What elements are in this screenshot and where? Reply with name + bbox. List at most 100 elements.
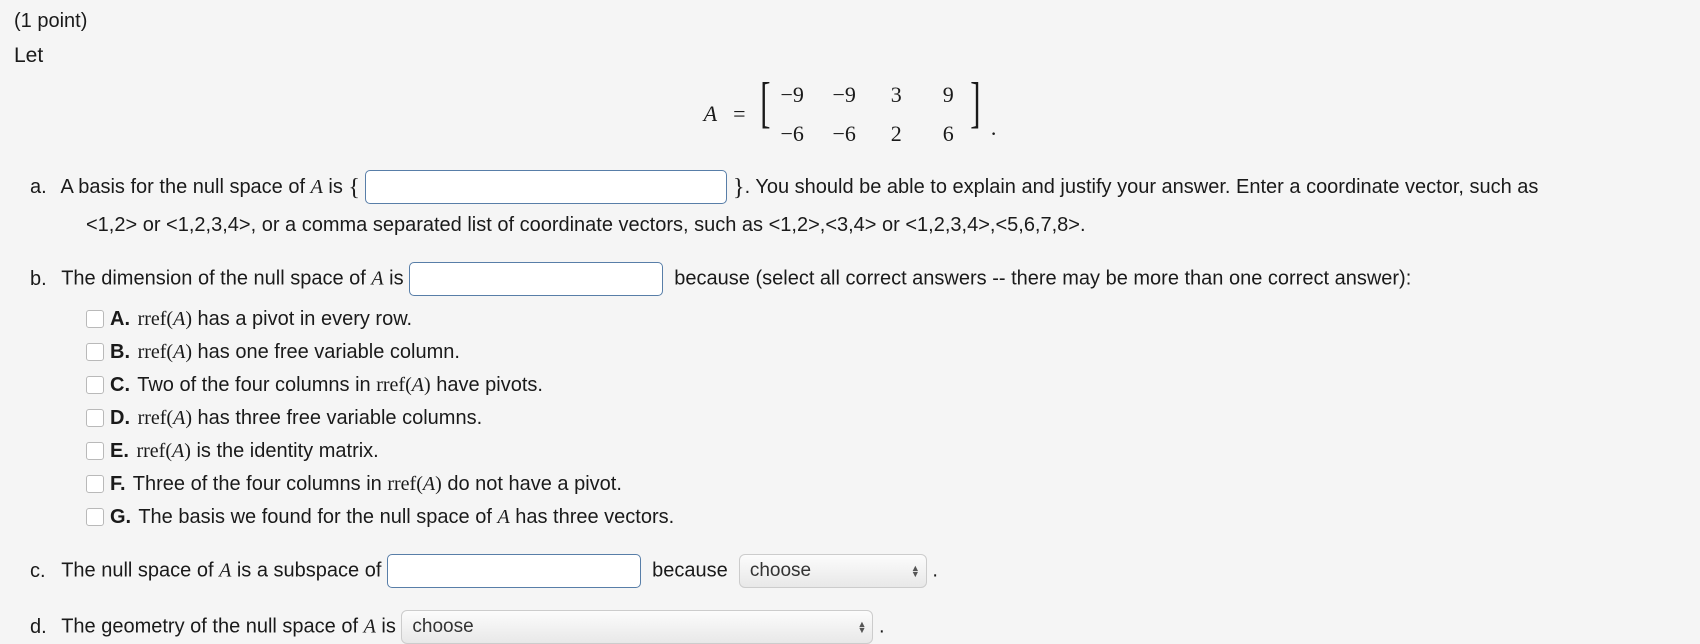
points-label: (1 point) bbox=[14, 6, 1700, 36]
matrix-cell: 3 bbox=[882, 78, 910, 111]
part-a-text: A basis for the null space of bbox=[60, 176, 310, 198]
option-letter: A. bbox=[110, 308, 130, 330]
equation-lhs: A bbox=[704, 97, 717, 130]
rref: rref( bbox=[138, 308, 174, 330]
subspace-input[interactable] bbox=[387, 554, 641, 588]
option-letter: D. bbox=[110, 407, 130, 429]
rref: rref( bbox=[138, 407, 174, 429]
select-arrows-icon: ▲▼ bbox=[857, 621, 866, 633]
part-b-text: The dimension of the null space of bbox=[61, 268, 371, 290]
rparen: ) bbox=[435, 473, 442, 495]
part-c: c. The null space of A is a subspace of … bbox=[30, 554, 1700, 588]
rparen: ) bbox=[185, 341, 192, 363]
checkbox-B[interactable] bbox=[86, 343, 104, 361]
geometry-select[interactable]: choose ▲▼ bbox=[401, 610, 873, 644]
var-A: A bbox=[412, 374, 424, 396]
var-A: A bbox=[497, 506, 509, 528]
text: is bbox=[384, 268, 410, 290]
text: is bbox=[376, 616, 402, 638]
matrix-cell: 6 bbox=[934, 117, 962, 150]
equation-period: . bbox=[991, 111, 997, 150]
left-brace: { bbox=[348, 175, 360, 201]
rparen: ) bbox=[184, 440, 191, 462]
option-letter: B. bbox=[110, 341, 130, 363]
var-A: A bbox=[173, 308, 185, 330]
part-a: a. A basis for the null space of A is { … bbox=[30, 168, 1700, 241]
part-b-after: because (select all correct answers -- t… bbox=[674, 268, 1411, 290]
var-A: A bbox=[364, 616, 376, 638]
option-G: G. The basis we found for the null space… bbox=[86, 502, 1700, 532]
option-letter: F. bbox=[110, 473, 126, 495]
part-a-line2: <1,2> or <1,2,3,4>, or a comma separated… bbox=[30, 210, 1700, 240]
part-label-a: a. bbox=[30, 172, 56, 202]
checkbox-E[interactable] bbox=[86, 442, 104, 460]
matrix-A: −9 −9 3 9 −6 −6 2 6 bbox=[774, 78, 966, 150]
option-pre: Three of the four columns in bbox=[133, 473, 388, 495]
part-label-b: b. bbox=[30, 264, 56, 294]
option-text: The basis we found for the null space of bbox=[138, 506, 497, 528]
matrix-cell: −9 bbox=[778, 78, 806, 111]
var-A: A bbox=[311, 176, 323, 198]
text: is bbox=[323, 176, 349, 198]
option-B: B. rref(A) has one free variable column. bbox=[86, 337, 1700, 367]
rref: rref( bbox=[376, 374, 412, 396]
part-label-c: c. bbox=[30, 556, 56, 586]
because-label: because bbox=[652, 560, 728, 582]
part-d: d. The geometry of the null space of A i… bbox=[30, 610, 1700, 644]
select-arrows-icon: ▲▼ bbox=[911, 565, 920, 577]
var-A: A bbox=[173, 407, 185, 429]
matrix-cell: −9 bbox=[830, 78, 858, 111]
var-A: A bbox=[423, 473, 435, 495]
option-letter: C. bbox=[110, 374, 130, 396]
var-A: A bbox=[172, 440, 184, 462]
option-text: do not have a pivot. bbox=[442, 473, 622, 495]
option-A: A. rref(A) has a pivot in every row. bbox=[86, 304, 1700, 334]
option-C: C. Two of the four columns in rref(A) ha… bbox=[86, 370, 1700, 400]
reason-select[interactable]: choose ▲▼ bbox=[739, 554, 927, 588]
part-label-d: d. bbox=[30, 612, 56, 642]
matrix-cell: 9 bbox=[934, 78, 962, 111]
part-c-pre: The null space of bbox=[61, 560, 219, 582]
select-value: choose bbox=[412, 613, 473, 642]
equals-sign: = bbox=[733, 97, 745, 130]
option-letter: E. bbox=[110, 440, 129, 462]
checkbox-F[interactable] bbox=[86, 475, 104, 493]
option-text: has three free variable columns. bbox=[192, 407, 482, 429]
var-A: A bbox=[371, 268, 383, 290]
option-text: is the identity matrix. bbox=[191, 440, 379, 462]
checkbox-C[interactable] bbox=[86, 376, 104, 394]
matrix-cell: −6 bbox=[830, 117, 858, 150]
part-c-mid: is a subspace of bbox=[231, 560, 387, 582]
rparen: ) bbox=[185, 308, 192, 330]
rparen: ) bbox=[185, 407, 192, 429]
rref: rref( bbox=[138, 341, 174, 363]
checkbox-D[interactable] bbox=[86, 409, 104, 427]
let-label: Let bbox=[14, 40, 1700, 72]
left-bracket: [ bbox=[760, 75, 770, 147]
option-D: D. rref(A) has three free variable colum… bbox=[86, 403, 1700, 433]
matrix-cell: −6 bbox=[778, 117, 806, 150]
select-value: choose bbox=[750, 557, 811, 586]
option-post: has three vectors. bbox=[510, 506, 675, 528]
checkbox-G[interactable] bbox=[86, 508, 104, 526]
option-text: has one free variable column. bbox=[192, 341, 460, 363]
part-b: b. The dimension of the null space of A … bbox=[30, 262, 1700, 532]
rref: rref( bbox=[387, 473, 423, 495]
rparen: ) bbox=[424, 374, 431, 396]
period: . bbox=[932, 560, 938, 582]
option-pre: Two of the four columns in bbox=[137, 374, 376, 396]
basis-input[interactable] bbox=[365, 170, 727, 204]
rref: rref( bbox=[136, 440, 172, 462]
part-a-after: . You should be able to explain and just… bbox=[745, 176, 1539, 198]
right-brace: } bbox=[733, 175, 745, 201]
matrix-equation: A = [ −9 −9 3 9 −6 −6 2 6 ] . bbox=[0, 78, 1700, 150]
part-d-pre: The geometry of the null space of bbox=[61, 616, 363, 638]
option-text: has a pivot in every row. bbox=[192, 308, 412, 330]
checkbox-A[interactable] bbox=[86, 310, 104, 328]
matrix-cell: 2 bbox=[882, 117, 910, 150]
dimension-input[interactable] bbox=[409, 262, 663, 296]
var-A: A bbox=[173, 341, 185, 363]
right-bracket: ] bbox=[970, 75, 980, 147]
option-letter: G. bbox=[110, 506, 131, 528]
var-A: A bbox=[219, 560, 231, 582]
